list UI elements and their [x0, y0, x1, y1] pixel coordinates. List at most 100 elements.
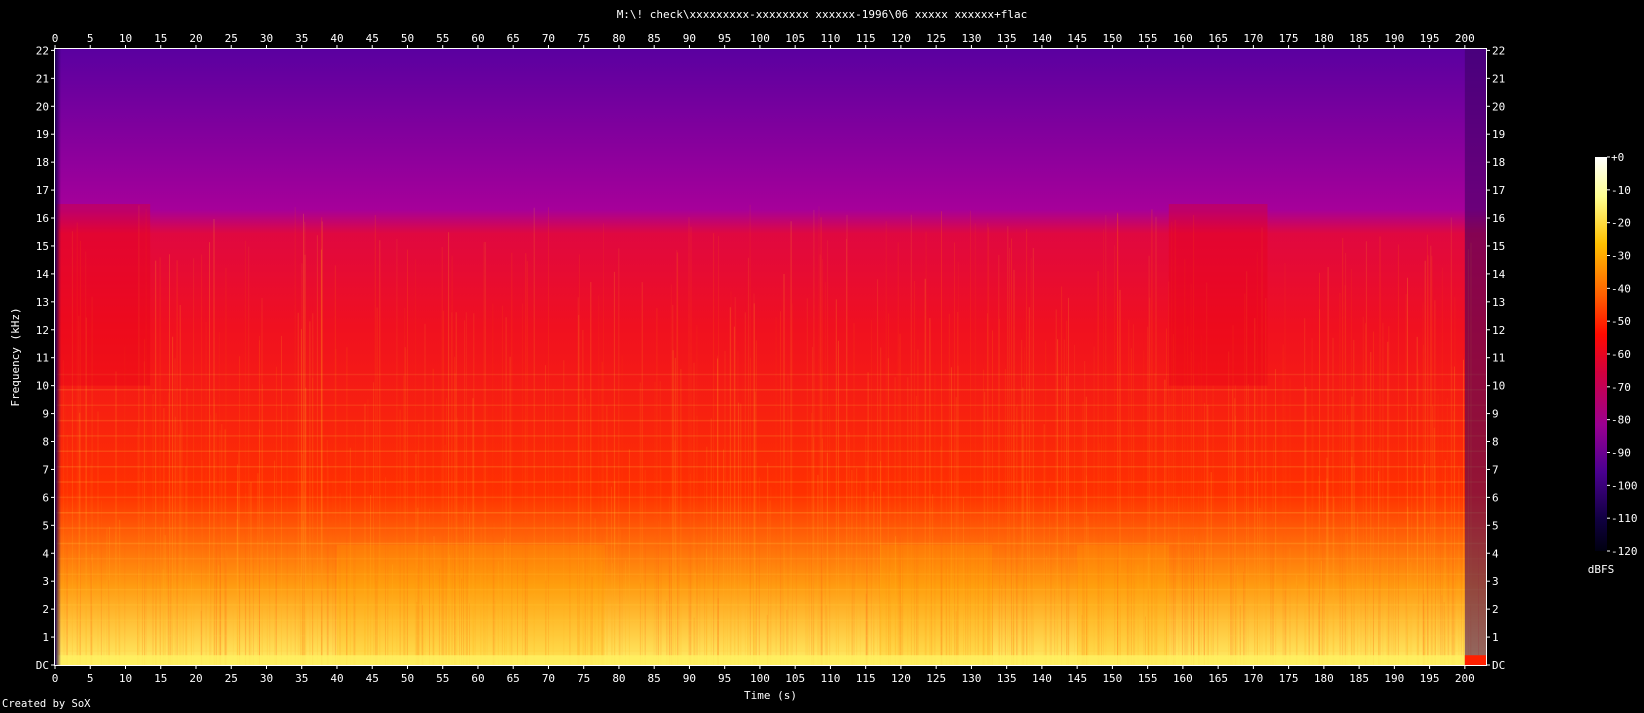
created-by-label: Created by SoX	[2, 698, 91, 710]
x-tick-label-bottom: 0	[52, 672, 59, 685]
x-tick-label-bottom: 55	[436, 672, 449, 685]
colorbar-tick-label: -80	[1611, 414, 1631, 427]
x-tick-label-top: 75	[577, 32, 590, 45]
x-tick-label-top: 170	[1243, 32, 1263, 45]
y-tick-label-right: 14	[1492, 268, 1506, 281]
x-tick-label-top: 25	[225, 32, 238, 45]
x-tick-label-bottom: 40	[330, 672, 343, 685]
x-tick-label-top: 135	[997, 32, 1017, 45]
x-tick-label-bottom: 95	[718, 672, 731, 685]
x-tick-label-bottom: 50	[401, 672, 414, 685]
x-tick-label-top: 40	[330, 32, 343, 45]
x-tick-label-bottom: 60	[471, 672, 484, 685]
y-tick-label-left: 10	[36, 380, 49, 393]
x-tick-label-top: 10	[119, 32, 132, 45]
x-tick-label-top: 0	[52, 32, 59, 45]
y-tick-label-right: 11	[1492, 352, 1505, 365]
x-tick-label-bottom: 110	[820, 672, 840, 685]
x-tick-label-top: 45	[366, 32, 379, 45]
y-tick-label-left: 4	[42, 547, 49, 560]
colorbar	[1595, 157, 1607, 551]
colorbar-tick-label: -10	[1611, 184, 1631, 197]
x-tick-label-top: 140	[1032, 32, 1052, 45]
x-tick-label-top: 90	[683, 32, 696, 45]
y-tick-label-left: 19	[36, 128, 49, 141]
x-tick-label-top: 130	[961, 32, 981, 45]
y-tick-label-left: 9	[42, 408, 49, 421]
x-tick-label-top: 20	[189, 32, 202, 45]
x-tick-label-bottom: 125	[926, 672, 946, 685]
colorbar-tick-label: -40	[1611, 282, 1631, 295]
x-tick-label-top: 120	[891, 32, 911, 45]
y-tick-label-left: 2	[42, 603, 49, 616]
x-tick-label-bottom: 75	[577, 672, 590, 685]
x-tick-label-top: 180	[1314, 32, 1334, 45]
y-tick-label-right: 6	[1492, 491, 1499, 504]
x-tick-label-bottom: 90	[683, 672, 696, 685]
y-tick-label-right: 9	[1492, 408, 1499, 421]
x-axis-label: Time (s)	[744, 689, 797, 702]
x-tick-label-bottom: 85	[648, 672, 661, 685]
fade-out	[1464, 49, 1486, 665]
x-tick-label-top: 155	[1138, 32, 1158, 45]
y-tick-label-left: 14	[36, 268, 50, 281]
y-tick-label-right: 2	[1492, 603, 1499, 616]
x-tick-label-top: 30	[260, 32, 273, 45]
x-tick-label-top: 165	[1208, 32, 1228, 45]
x-tick-label-top: 195	[1420, 32, 1440, 45]
y-tick-label-left: 7	[42, 463, 49, 476]
colorbar-tick-label: -50	[1611, 315, 1631, 328]
y-tick-label-left: 11	[36, 352, 49, 365]
colorbar-tick-label: -60	[1611, 348, 1631, 361]
x-tick-label-bottom: 35	[295, 672, 308, 685]
x-tick-label-bottom: 165	[1208, 672, 1228, 685]
x-tick-label-bottom: 195	[1420, 672, 1440, 685]
x-tick-label-top: 145	[1067, 32, 1087, 45]
dc-band	[55, 655, 1486, 665]
x-tick-label-bottom: 180	[1314, 672, 1334, 685]
x-tick-label-top: 65	[507, 32, 520, 45]
x-tick-label-top: 70	[542, 32, 555, 45]
x-tick-label-bottom: 155	[1138, 672, 1158, 685]
y-tick-label-left: 8	[42, 436, 49, 449]
x-tick-label-bottom: 45	[366, 672, 379, 685]
fade-in	[55, 49, 61, 665]
y-tick-label-left: 3	[42, 575, 49, 588]
y-tick-label-left: 18	[36, 156, 49, 169]
colorbar-label: dBFS	[1588, 563, 1615, 576]
colorbar-tick-label: -70	[1611, 381, 1631, 394]
x-tick-label-top: 80	[612, 32, 625, 45]
fade-out-low	[1464, 655, 1486, 665]
y-tick-label-right: 12	[1492, 324, 1505, 337]
x-tick-label-top: 60	[471, 32, 484, 45]
x-tick-label-top: 200	[1455, 32, 1475, 45]
dense-section-0	[336, 544, 605, 665]
x-tick-label-top: 115	[856, 32, 876, 45]
x-tick-label-bottom: 115	[856, 672, 876, 685]
y-tick-label-right: 22	[1492, 44, 1505, 57]
y-tick-label-right: 3	[1492, 575, 1499, 588]
quiet-section-0	[55, 204, 151, 386]
y-tick-label-left: 15	[36, 240, 49, 253]
x-tick-label-top: 85	[648, 32, 661, 45]
y-tick-label-right: 20	[1492, 100, 1505, 113]
x-tick-label-bottom: 130	[961, 672, 981, 685]
y-tick-label-right: 21	[1492, 72, 1505, 85]
y-tick-label-right: 1	[1492, 631, 1499, 644]
x-tick-label-bottom: 145	[1067, 672, 1087, 685]
x-tick-label-bottom: 30	[260, 672, 273, 685]
x-tick-label-bottom: 80	[612, 672, 625, 685]
y-tick-label-right: 13	[1492, 296, 1505, 309]
x-tick-label-top: 185	[1349, 32, 1369, 45]
x-tick-label-top: 55	[436, 32, 449, 45]
x-tick-label-top: 150	[1102, 32, 1122, 45]
x-tick-label-bottom: 65	[507, 672, 520, 685]
colorbar-tick-label: -100	[1611, 479, 1638, 492]
colorbar-tick-label: -90	[1611, 447, 1631, 460]
x-tick-label-top: 50	[401, 32, 414, 45]
x-tick-label-top: 15	[154, 32, 167, 45]
x-tick-label-bottom: 25	[225, 672, 238, 685]
y-tick-label-right: 19	[1492, 128, 1505, 141]
x-tick-label-bottom: 140	[1032, 672, 1052, 685]
y-tick-label-right: 10	[1492, 380, 1505, 393]
